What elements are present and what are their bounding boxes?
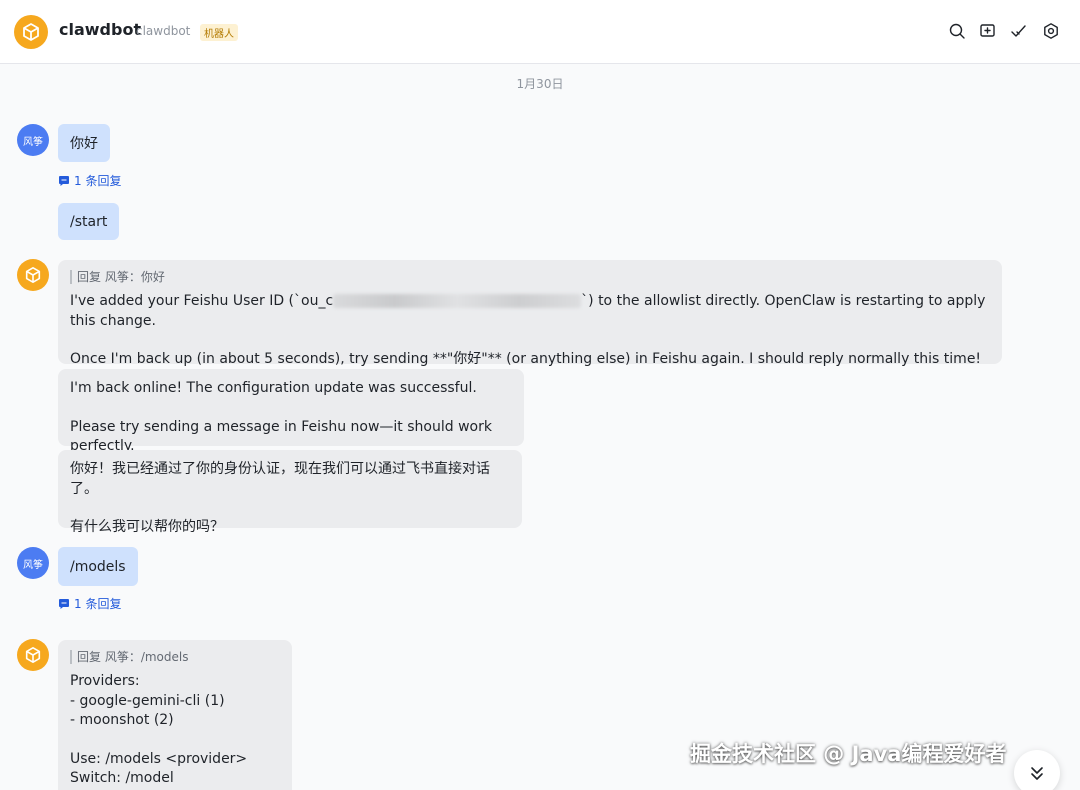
message-line: Use: /models <provider> — [70, 750, 248, 767]
message-text: I've added your Feishu User ID (`ou_c — [70, 293, 334, 309]
user-message[interactable]: 你好 — [58, 124, 110, 162]
bot-message[interactable]: 回复 风筝：你好 I've added your Feishu User ID … — [58, 260, 1002, 367]
settings-icon[interactable] — [1042, 22, 1060, 40]
watermark: 掘金技术社区 @ Java编程爱好者 — [690, 742, 1007, 766]
bot-avatar[interactable] — [17, 259, 49, 291]
user-message[interactable]: /models — [58, 547, 138, 586]
bot-message[interactable]: 回复 风筝：/models Providers: - google-gemini… — [58, 640, 292, 790]
message-line: I've added your Feishu User ID (`ou_c `) … — [70, 292, 990, 331]
message-line: - google-gemini-cli (1) — [70, 692, 225, 709]
search-icon[interactable] — [948, 22, 966, 40]
user-avatar[interactable]: 风筝 — [17, 547, 49, 579]
user-avatar[interactable]: 风筝 — [17, 124, 49, 156]
chat-subtitle: clawdbot — [136, 24, 191, 38]
date-divider: 1月30日 — [516, 77, 564, 91]
message-text: /start — [70, 213, 108, 230]
message-line: I'm back online! The configuration updat… — [70, 380, 477, 396]
reply-count: 1 条回复 — [74, 174, 122, 188]
user-avatar-text: 风筝 — [23, 136, 43, 148]
bot-avatar[interactable] — [17, 639, 49, 671]
double-chevron-down-icon — [1031, 767, 1043, 780]
reply-quote: 回复 风筝：你好 — [70, 270, 990, 284]
redacted-text — [333, 294, 582, 308]
reply-count: 1 条回复 — [74, 597, 122, 611]
reply-quote: 回复 风筝：/models — [70, 650, 280, 664]
message-line: - moonshot (2) — [70, 712, 174, 728]
reply-thread-link[interactable]: 1 条回复 — [58, 595, 121, 612]
comment-icon — [59, 175, 69, 186]
bot-message[interactable]: I'm back online! The configuration updat… — [58, 369, 524, 454]
box-icon — [25, 646, 41, 664]
message-line: 有什么我可以帮你的吗？ — [70, 519, 224, 535]
user-message[interactable]: /start — [58, 203, 120, 240]
message-line: Switch: /model <provider/model> — [70, 770, 200, 790]
bot-message[interactable]: 你好！我已经通过了你的身份认证，现在我们可以通过飞书直接对话了。 有什么我可以帮… — [58, 450, 522, 535]
reply-thread-link[interactable]: 1 条回复 — [58, 172, 121, 189]
scroll-to-bottom-button[interactable] — [1014, 750, 1060, 790]
bot-badge: 机器人 — [200, 24, 238, 41]
box-icon — [23, 23, 39, 41]
bot-avatar[interactable] — [14, 15, 48, 49]
box-icon — [25, 266, 41, 284]
add-chat-icon[interactable] — [979, 22, 997, 40]
message-line: Once I'm back up (in about 5 seconds), t… — [70, 351, 982, 367]
message-line: 你好！我已经通过了你的身份认证，现在我们可以通过飞书直接对话了。 — [70, 461, 490, 497]
comment-icon — [59, 598, 69, 609]
chat-header: clawdbot clawdbot 机器人 — [0, 0, 1080, 64]
message-text: 你好 — [70, 136, 98, 152]
message-text: /models — [70, 558, 126, 575]
double-check-icon[interactable] — [1010, 22, 1028, 40]
user-avatar-text: 风筝 — [23, 559, 43, 571]
chat-title[interactable]: clawdbot — [59, 20, 141, 39]
message-line: Providers: — [70, 673, 140, 689]
